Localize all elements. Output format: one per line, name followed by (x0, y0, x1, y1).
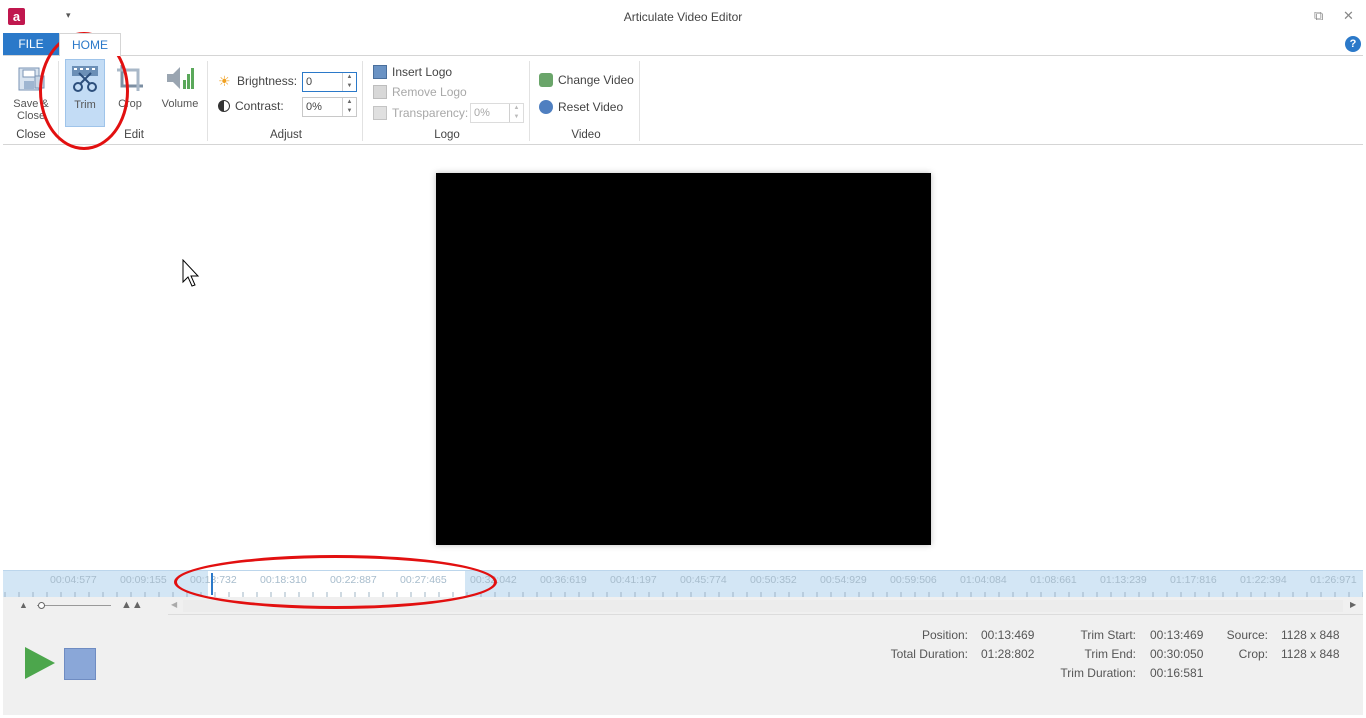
contrast-label: Contrast: (235, 99, 284, 113)
contrast-value: 0% (306, 101, 322, 113)
transparency-spinner-arrows[interactable]: ▲ ▼ (509, 104, 523, 122)
tab-home[interactable]: HOME (59, 33, 121, 56)
trim-start-value: 00:13:469 (1150, 628, 1204, 642)
total-duration-label: Total Duration: (890, 647, 968, 661)
trim-end-value: 00:30:050 (1150, 647, 1204, 661)
position-value: 00:13:469 (981, 628, 1035, 642)
zoom-controls: ▲ ▲▲ (3, 597, 168, 615)
volume-icon (167, 67, 194, 89)
adjust-group-label: Adjust (270, 129, 302, 141)
video-group-label: Video (571, 129, 601, 141)
crop-size-value: 1128 x 848 (1281, 647, 1340, 661)
timeline-tick-label: 01:22:394 (1240, 574, 1287, 586)
restore-icon[interactable]: ⧉ (1314, 8, 1323, 24)
volume-button[interactable]: Volume (157, 59, 203, 127)
timeline-tick-label: 00:45:774 (680, 574, 727, 586)
zoom-out-icon[interactable]: ▲ (19, 600, 28, 610)
transparency-input[interactable]: 0% ▲ ▼ (470, 103, 524, 123)
timeline-tick-label: 01:26:971 (1310, 574, 1357, 586)
timeline-tick-label: 01:17:816 (1170, 574, 1217, 586)
timeline-tick-label: 00:04:577 (50, 574, 97, 586)
ribbon: Save & Close Close Trim Crop Volume Edit… (3, 55, 1363, 145)
transparency-row: Transparency: (373, 103, 468, 123)
timeline-tick-label: 01:13:239 (1100, 574, 1147, 586)
reset-video-icon (539, 100, 553, 114)
insert-logo-button[interactable]: Insert Logo (373, 62, 452, 82)
remove-logo-button[interactable]: Remove Logo (373, 82, 467, 102)
insert-image-icon (373, 65, 387, 79)
mouse-cursor-icon (182, 259, 200, 287)
timeline-tick-label: 00:50:352 (750, 574, 797, 586)
transparency-value: 0% (474, 107, 490, 119)
trim-duration-label: Trim Duration: (1060, 666, 1136, 680)
sun-icon: ☀ (218, 73, 231, 89)
crop-size-label: Crop: (1238, 647, 1268, 661)
playback-panel: Position: 00:13:469 Total Duration: 01:2… (3, 615, 1363, 715)
stop-button[interactable] (64, 648, 96, 680)
change-video-icon (539, 73, 553, 87)
change-video-label: Change Video (558, 73, 634, 87)
change-video-button[interactable]: Change Video (539, 70, 634, 90)
contrast-spinner-arrows[interactable]: ▲ ▼ (342, 98, 356, 116)
timeline-tick-label: 01:08:661 (1030, 574, 1077, 586)
transparency-label: Transparency: (392, 106, 469, 120)
timeline-tick-label: 01:04:084 (960, 574, 1007, 586)
transparency-icon (373, 106, 387, 120)
timeline-zoom-bar: ▲ ▲▲ ◀ ▶ (3, 597, 1363, 615)
group-divider (362, 61, 363, 141)
trim-region-highlight-ellipse (174, 555, 497, 609)
logo-group-label: Logo (434, 129, 460, 141)
reset-video-label: Reset Video (558, 100, 624, 114)
zoom-in-icon[interactable]: ▲▲ (121, 599, 143, 611)
source-value: 1128 x 848 (1281, 628, 1340, 642)
timeline-tick-label: 00:41:197 (610, 574, 657, 586)
timeline-tick-label: 00:59:506 (890, 574, 937, 586)
scroll-right-icon[interactable]: ▶ (1350, 600, 1356, 609)
group-divider (207, 61, 208, 141)
group-divider (529, 61, 530, 141)
trim-duration-value: 00:16:581 (1150, 666, 1204, 680)
brightness-value: 0 (306, 76, 313, 88)
remove-image-icon (373, 85, 387, 99)
zoom-slider-thumb[interactable] (38, 602, 45, 609)
contrast-input[interactable]: 0% ▲ ▼ (302, 97, 357, 117)
brightness-spinner-arrows[interactable]: ▲ ▼ (342, 73, 356, 91)
title-bar: a ▾ Articulate Video Editor ⧉ ✕ (0, 0, 1366, 34)
source-label: Source: (1226, 628, 1268, 642)
close-window-icon[interactable]: ✕ (1343, 8, 1354, 24)
brightness-input[interactable]: 0 ▲ ▼ (302, 72, 357, 92)
contrast-row: Contrast: (218, 96, 284, 116)
help-icon[interactable]: ? (1345, 36, 1361, 52)
timeline-tick-label: 00:09:155 (120, 574, 167, 586)
close-group-label: Close (16, 129, 46, 141)
remove-logo-label: Remove Logo (392, 85, 467, 99)
timeline-tick-label: 00:36:619 (540, 574, 587, 586)
reset-video-button[interactable]: Reset Video (539, 97, 623, 117)
total-duration-value: 01:28:802 (981, 647, 1035, 661)
timeline-tick-label: 00:54:929 (820, 574, 867, 586)
volume-label: Volume (161, 98, 199, 110)
brightness-label: Brightness: (237, 74, 298, 88)
zoom-slider-track[interactable] (37, 605, 111, 606)
window-title: Articulate Video Editor (623, 10, 743, 24)
insert-logo-label: Insert Logo (392, 65, 453, 79)
video-preview[interactable] (436, 173, 931, 545)
scroll-left-icon[interactable]: ◀ (171, 600, 177, 609)
position-label: Position: (921, 628, 968, 642)
brightness-row: ☀ Brightness: (218, 71, 297, 91)
play-button[interactable] (25, 647, 55, 679)
trim-start-label: Trim Start: (1080, 628, 1136, 642)
trim-end-label: Trim End: (1084, 647, 1136, 661)
contrast-icon (218, 100, 230, 112)
group-divider (639, 61, 640, 141)
